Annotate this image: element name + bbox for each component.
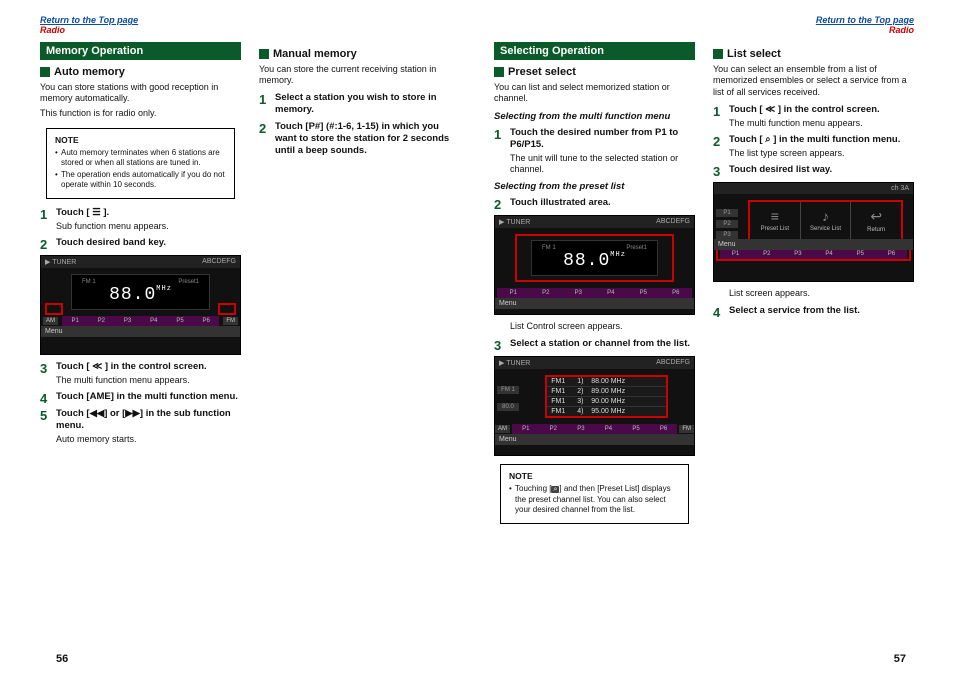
note-automem: NOTE Auto memory terminates when 6 stati… (46, 128, 235, 199)
header-right: Return to the Top page Radio (494, 16, 914, 36)
section-name: Radio (40, 26, 138, 36)
listsel-step4: Select a service from the list. (713, 305, 914, 317)
page-number-left: 56 (56, 653, 68, 665)
automem-intro-1: You can store stations with good recepti… (40, 82, 241, 105)
screenshot-listway: ch 3A P1 P2 P3 ≡Preset List ♪Service Lis… (713, 182, 914, 282)
section-bar-selecting: Selecting Operation (494, 42, 695, 60)
manual-steps: Select a station you wish to store in me… (259, 92, 460, 156)
preset-step3: Select a station or channel from the lis… (494, 338, 695, 350)
automem-intro-2: This function is for radio only. (40, 108, 241, 120)
col-memory-auto: Memory Operation Auto memory You can sto… (40, 42, 241, 646)
subhead-manual: Manual memory (259, 48, 460, 60)
subhead-listselect: List select (713, 48, 914, 60)
automem-steps: Touch [ ☰ ].Sub function menu appears. T… (40, 207, 241, 249)
page-56: Return to the Top page Radio Memory Oper… (40, 16, 460, 646)
col-manual-memory: Manual memory You can store the current … (259, 42, 460, 646)
music-icon: ♪ (822, 208, 829, 224)
section-name-right: Radio (816, 26, 914, 36)
subsub-multi: Selecting from the multi function menu (494, 111, 695, 122)
listsel-steps: Touch [ ≪ ] in the control screen.The mu… (713, 104, 914, 176)
preset-step2: Touch illustrated area. (494, 197, 695, 209)
preset-intro: You can list and select memorized statio… (494, 82, 695, 105)
list-icon: ≡ (771, 208, 779, 224)
manual-intro: You can store the current receiving stat… (259, 64, 460, 87)
screenshot-preset-list: ▶ TUNERABCDEFG FM 1 80.0 FM11)88.00 MHz … (494, 356, 695, 456)
header-left: Return to the Top page Radio (40, 16, 460, 36)
highlight-am-button (45, 303, 63, 315)
caption-list-control: List Control screen appears. (510, 321, 695, 333)
service-list-cell: ♪Service List (801, 202, 852, 239)
screenshot-automem: ▶ TUNERABCDEFG FM 1Preset1 88.0MHz AM P1… (40, 255, 241, 355)
section-bar-memory: Memory Operation (40, 42, 241, 60)
automem-steps-continued: Touch [ ≪ ] in the control screen.The mu… (40, 361, 241, 445)
return-icon: ↩ (870, 208, 882, 225)
subhead-preset: Preset select (494, 66, 695, 78)
preset-step1: Touch the desired number from P1 to P6/P… (494, 127, 695, 175)
highlight-fm-button (218, 303, 236, 315)
subhead-auto-memory: Auto memory (40, 66, 241, 78)
screenshot-preset-area: ▶ TUNERABCDEFG FM 1Preset1 88.0MHz P1P2P… (494, 215, 695, 315)
note-preset: NOTE Touching [⌕] and then [Preset List]… (500, 464, 689, 524)
listsel-intro: You can select an ensemble from a list o… (713, 64, 914, 99)
subsub-presetlist: Selecting from the preset list (494, 181, 695, 192)
list-way-panel: ≡Preset List ♪Service List ↩Return (748, 200, 903, 241)
page-number-right: 57 (894, 653, 906, 665)
preset-list-panel: FM11)88.00 MHz FM12)89.00 MHz FM13)90.00… (545, 375, 668, 418)
return-cell: ↩Return (851, 202, 901, 239)
col-list-select: List select You can select an ensemble f… (713, 42, 914, 646)
preset-list-cell: ≡Preset List (750, 202, 801, 239)
page-57: Return to the Top page Radio Selecting O… (494, 16, 914, 646)
col-preset-select: Selecting Operation Preset select You ca… (494, 42, 695, 646)
caption-list-screen: List screen appears. (729, 288, 914, 300)
